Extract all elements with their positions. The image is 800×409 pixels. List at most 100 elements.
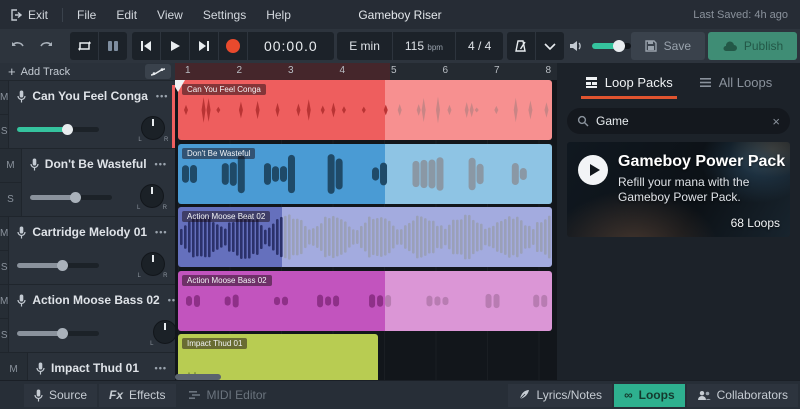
source-tab[interactable]: Source — [24, 383, 98, 407]
track-volume-slider[interactable] — [17, 259, 100, 271]
bar-number: 7 — [494, 65, 500, 76]
solo-button[interactable]: S — [0, 251, 8, 284]
track-row[interactable]: MSImpact Thud 01•••LR — [0, 353, 175, 380]
fx-effects-tab[interactable]: Fx Effects — [99, 383, 176, 407]
volume-handle[interactable] — [613, 40, 626, 52]
bar-number: 3 — [288, 65, 294, 76]
track-volume-slider[interactable] — [17, 123, 100, 135]
mute-button[interactable]: M — [0, 285, 9, 319]
key-selector[interactable]: E min — [337, 39, 392, 53]
loops-label: Loops — [638, 388, 675, 402]
tab-all-loops[interactable]: All Loops — [699, 75, 772, 99]
track-menu-button[interactable]: ••• — [154, 91, 170, 101]
audio-clip[interactable]: Action Moose Bass 02 — [178, 270, 552, 331]
search-input[interactable] — [596, 114, 766, 128]
pan-knob[interactable]: LR — [138, 251, 168, 279]
save-label: Save — [663, 39, 692, 53]
tempo-selector[interactable]: 115 bpm — [393, 39, 455, 53]
tab-loop-packs[interactable]: Loop Packs — [580, 75, 677, 99]
track-menu-button[interactable]: ••• — [153, 159, 169, 169]
exit-button[interactable]: Exit — [0, 0, 58, 29]
add-track-button[interactable]: + Add Track — [8, 64, 70, 79]
horizontal-scrollbar[interactable] — [175, 374, 221, 380]
metronome-button[interactable] — [507, 33, 535, 59]
solo-button[interactable]: S — [0, 319, 8, 352]
automation-icon — [150, 67, 166, 77]
pan-left-label: L — [150, 341, 154, 347]
track-volume-slider[interactable] — [29, 191, 112, 203]
record-button[interactable] — [219, 33, 247, 59]
pan-knob[interactable]: LR — [137, 183, 167, 211]
audio-clip[interactable]: Can You Feel Conga — [178, 80, 552, 140]
track-menu-button[interactable]: ••• — [153, 363, 169, 373]
automation-toggle-button[interactable] — [145, 64, 171, 79]
people-icon — [697, 390, 711, 401]
plus-icon: + — [8, 64, 16, 79]
split-regions-button[interactable] — [99, 33, 127, 59]
collaborators-tab[interactable]: Collaborators — [686, 383, 798, 407]
undo-button[interactable] — [4, 33, 32, 59]
go-to-start-button[interactable] — [132, 33, 160, 59]
track-row[interactable]: M S Don't Be Wasteful ••• L R — [0, 149, 175, 217]
menu-settings[interactable]: Settings — [193, 0, 256, 29]
play-button[interactable] — [161, 33, 189, 59]
track-name: Don't Be Wasteful — [44, 157, 147, 171]
pan-left-label: L — [138, 137, 142, 143]
bar-number: 5 — [391, 65, 397, 76]
loop-search-box[interactable]: × — [567, 108, 790, 134]
audio-clip[interactable]: Action Moose Beat 02 — [178, 207, 552, 267]
time-display: 00:00.0 — [263, 38, 318, 54]
track-row[interactable]: MS Action Moose Bass 02 ••• LR — [0, 285, 175, 353]
pan-knob[interactable]: LR — [138, 115, 168, 143]
bar-number: 6 — [442, 65, 449, 76]
lyrics-notes-tab[interactable]: Lyrics/Notes — [508, 383, 613, 407]
track-volume-slider[interactable] — [17, 327, 100, 339]
skip-forward-icon — [197, 40, 211, 52]
speaker-icon[interactable] — [568, 39, 584, 53]
loops-tabs: Loop Packs All Loops — [557, 63, 800, 99]
loop-region[interactable] — [175, 63, 390, 80]
solo-button[interactable]: S — [0, 183, 21, 216]
menu-edit[interactable]: Edit — [106, 0, 147, 29]
midi-editor-tab[interactable]: MIDI Editor — [178, 384, 277, 407]
mute-button[interactable]: M — [0, 81, 9, 115]
loops-tab[interactable]: ∞ Loops — [614, 383, 685, 407]
track-row[interactable]: M S Cartridge Melody 01 ••• L R — [0, 217, 175, 285]
pan-knob[interactable]: LR — [150, 319, 175, 347]
audio-clip[interactable]: Don't Be Wasteful — [178, 143, 552, 204]
track-menu-button[interactable]: ••• — [153, 227, 169, 237]
pack-play-button[interactable] — [578, 155, 608, 185]
mute-button[interactable]: M — [0, 149, 21, 183]
track-name: Action Moose Bass 02 — [32, 293, 160, 307]
track-body: Action Moose Bass 02 ••• LR — [9, 285, 175, 352]
menu-view[interactable]: View — [147, 0, 193, 29]
loop-icon — [77, 39, 92, 53]
loops-panel: Loop Packs All Loops × Gameboy Power Pac… — [557, 63, 800, 380]
mute-button[interactable]: M — [0, 217, 9, 251]
loop-toggle-button[interactable] — [70, 33, 98, 59]
metronome-menu-button[interactable] — [536, 33, 564, 59]
clear-search-icon[interactable]: × — [772, 114, 780, 129]
loop-pack-card[interactable]: Gameboy Power Pack Refill your mana with… — [567, 142, 790, 237]
track-row[interactable]: M S Can You Feel Conga ••• L R — [0, 81, 175, 149]
save-button[interactable]: Save — [630, 32, 706, 60]
timeline-area[interactable]: 1 2 3 4 5 6 7 8 Can You Feel Conga Don't Be Wast… — [175, 63, 557, 380]
time-signature-selector[interactable]: 4 / 4 — [456, 39, 503, 53]
menu-help[interactable]: Help — [256, 0, 301, 29]
track-panel-header: + Add Track — [0, 63, 175, 81]
record-icon — [225, 39, 240, 53]
mute-button[interactable]: M — [0, 353, 27, 380]
track-menu-button[interactable]: ••• — [166, 295, 175, 305]
timeline-ruler[interactable]: 1 2 3 4 5 6 7 8 — [175, 63, 557, 80]
track-body: Can You Feel Conga ••• L R — [9, 81, 175, 148]
solo-button[interactable]: S — [0, 115, 8, 148]
pan-left-label: L — [137, 205, 141, 211]
redo-button[interactable] — [32, 33, 60, 59]
publish-button[interactable]: Publish — [707, 32, 798, 60]
clip-lanes[interactable]: Can You Feel Conga Don't Be Wasteful Actio… — [175, 80, 557, 380]
loop-infinity-icon: ∞ — [624, 388, 633, 402]
menu-file[interactable]: File — [67, 0, 106, 29]
go-to-end-button[interactable] — [190, 33, 218, 59]
midi-editor-label: MIDI Editor — [206, 388, 267, 402]
master-volume-slider[interactable] — [592, 40, 631, 52]
